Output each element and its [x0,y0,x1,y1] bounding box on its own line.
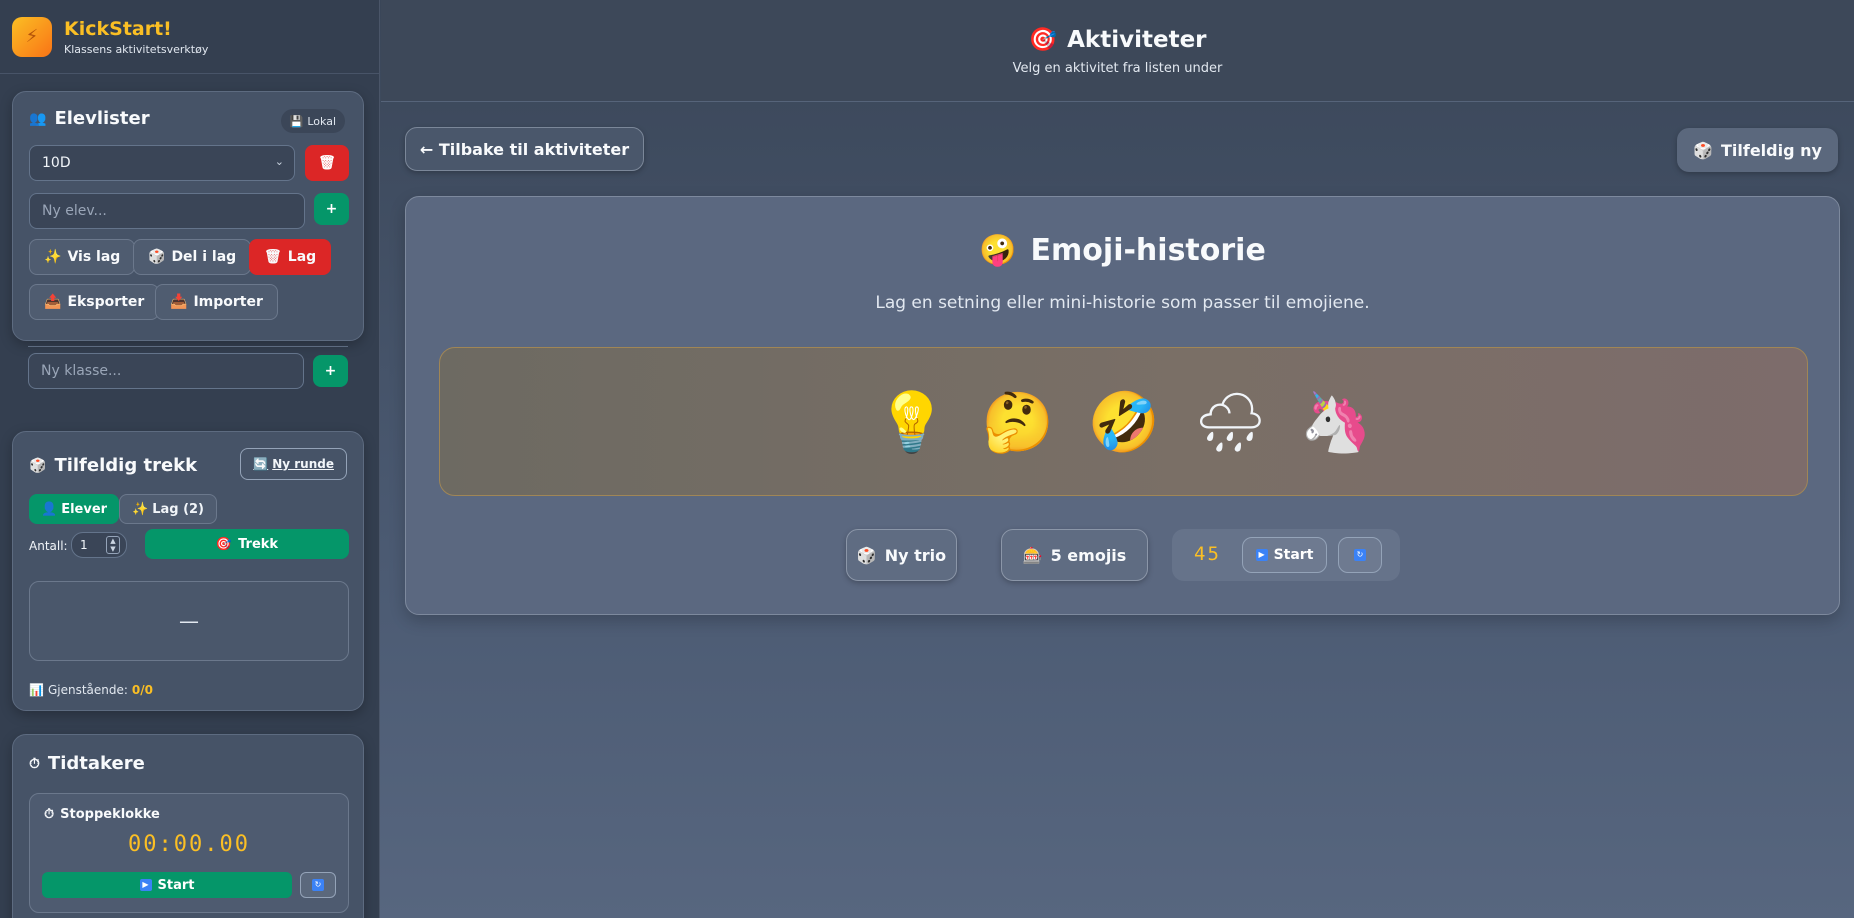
draw-result: — [29,581,349,661]
play-icon: ▶ [139,879,152,891]
lightbulb-icon: 💡 [875,387,948,456]
refresh-icon: ↻ [1354,549,1366,561]
page-subtitle: Velg en aktivitet fra listen under [1012,61,1223,76]
stopwatch-display: 00:00.00 [128,832,250,857]
sparkle-icon: ✨ [132,501,149,517]
timers-title: ⏱ Tidtakere [29,753,145,774]
dice-icon: 🎲 [856,545,877,565]
brand: ⚡ KickStart! Klassens aktivitetsverktøy [0,0,379,74]
slot-machine-icon: 🎰 [1022,545,1043,565]
back-to-activities-button[interactable]: ← Tilbake til aktiviteter [405,127,644,171]
person-icon: 👤 [41,501,58,517]
zany-face-icon: 🤪 [979,233,1017,268]
new-round-button[interactable]: 🔄 Ny runde [240,448,347,480]
five-emojis-button[interactable]: 🎰 5 emojis [1001,529,1148,581]
app-subtitle: Klassens aktivitetsverktøy [64,42,209,56]
timer-reset-button[interactable]: ↻ [1338,537,1382,573]
activity-description: Lag en setning eller mini-historie som p… [875,293,1370,313]
timer-display: 45 [1194,543,1221,565]
emoji-display: 💡 🤔 🤣 🌧 🦄 [439,347,1808,496]
new-class-input[interactable]: Ny klasse... [28,353,304,389]
storage-badge: 💾 Lokal [280,109,345,133]
stopwatch-reset-button[interactable]: ↻ [300,872,336,898]
divider [28,346,348,347]
count-stepper[interactable]: 1 ▲ ▼ [71,532,127,558]
rolling-laughing-face-icon: 🤣 [1087,387,1160,456]
stopwatch-card: ⏱ Stoppeklokke 00:00.00 ▶ Start ↻ [29,793,349,913]
random-draw-title: 🎲 Tilfeldig trekk [29,455,198,476]
stopwatch-title: ⏱ Stoppeklokke [44,807,160,822]
activity-timer: 45 ▶ Start ↻ [1172,529,1400,581]
people-icon: 👥 [29,110,47,127]
draw-button[interactable]: 🎯 Trekk [145,529,349,559]
main-header: 🎯 Aktiviteter Velg en aktivitet fra list… [381,0,1854,102]
sparkle-icon: ✨ [44,249,62,265]
add-class-button[interactable]: + [313,355,348,387]
import-icon: 📥 [170,294,188,310]
timers-panel: ⏱ Tidtakere ⏱ Stoppeklokke 00:00.00 ▶ St… [12,734,364,918]
chart-icon: 📊 [29,683,44,697]
stopwatch-icon: ⏱ [44,807,55,822]
tab-teams[interactable]: ✨ Lag (2) [119,494,218,524]
target-icon: 🎯 [1028,27,1058,53]
dice-icon: 🎲 [148,249,166,265]
timer-start-button[interactable]: ▶ Start [1242,537,1327,573]
random-draw-panel: 🎲 Tilfeldig trekk 🔄 Ny runde 👤 Elever ✨ … [12,431,364,711]
refresh-icon: ↻ [312,879,324,891]
student-lists-panel: 👥 Elevlister 💾 Lokal 10D ⌄ 🗑 Ny elev... … [12,91,364,341]
random-new-button[interactable]: 🎲 Tilfeldig ny [1677,128,1838,172]
stopwatch-start-button[interactable]: ▶ Start [42,872,292,898]
sidebar: ⚡ KickStart! Klassens aktivitetsverktøy … [0,0,380,918]
activity-card: 🤪 Emoji-historie Lag en setning eller mi… [405,196,1840,615]
tab-students[interactable]: 👤 Elever [29,494,120,524]
show-teams-button[interactable]: ✨ Vis lag [29,239,136,275]
rain-cloud-icon: 🌧 [1193,387,1268,456]
export-icon: 📤 [44,294,62,310]
delete-class-button[interactable]: 🗑 [305,145,349,181]
app-title: KickStart! [64,17,172,40]
stopwatch-icon: ⏱ [29,755,40,772]
new-trio-button[interactable]: 🎲 Ny trio [846,529,957,581]
activity-title: 🤪 Emoji-historie [979,233,1266,268]
new-student-input[interactable]: Ny elev... [29,193,305,229]
chevron-down-icon: ⌄ [274,155,284,168]
delete-teams-button[interactable]: 🗑 Lag [249,239,332,275]
trash-icon: 🗑 [264,249,282,265]
add-student-button[interactable]: + [314,193,349,225]
import-button[interactable]: 📥 Importer [155,284,278,320]
trash-icon: 🗑 [318,155,336,171]
export-button[interactable]: 📤 Eksporter [29,284,160,320]
unicorn-icon: 🦄 [1299,387,1372,456]
target-icon: 🎯 [215,536,233,552]
play-icon: ▶ [1255,549,1268,561]
thinking-face-icon: 🤔 [981,387,1054,456]
remaining-count: 📊 Gjenstående: 0/0 [29,683,154,697]
dice-icon: 🎲 [1693,140,1713,160]
spinner-arrows-icon[interactable]: ▲ ▼ [106,536,120,554]
student-lists-title: 👥 Elevlister [29,108,150,129]
count-label: Antall: [29,539,68,553]
class-select[interactable]: 10D ⌄ [29,145,295,181]
floppy-icon: 💾 [289,114,304,128]
split-teams-button[interactable]: 🎲 Del i lag [133,239,252,275]
lightning-logo-icon: ⚡ [12,16,52,57]
page-title: 🎯 Aktiviteter [1028,26,1207,54]
refresh-icon: 🔄 [253,457,269,471]
dice-icon: 🎲 [29,457,47,474]
